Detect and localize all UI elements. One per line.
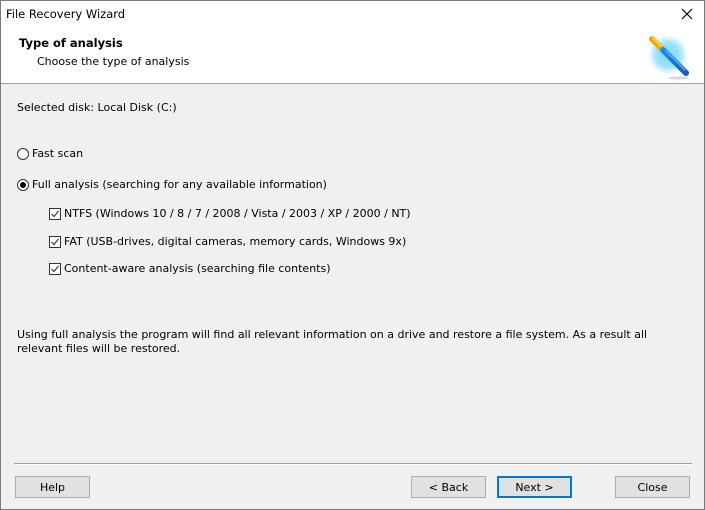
close-button[interactable]: Close (615, 476, 690, 498)
fat-label: FAT (USB-drives, digital cameras, memory… (64, 235, 407, 248)
file-recovery-wizard-window: File Recovery Wizard Type of analysis Ch… (0, 0, 705, 510)
close-window-button[interactable] (670, 1, 704, 27)
checkmark-icon (51, 238, 59, 245)
wizard-header: Type of analysis Choose the type of anal… (1, 27, 704, 84)
content-aware-label: Content-aware analysis (searching file c… (64, 262, 331, 275)
checkbox-checked[interactable] (49, 262, 61, 275)
fast-scan-label: Fast scan (32, 147, 84, 160)
checkbox-checked[interactable] (49, 207, 61, 220)
magic-wand-icon (648, 35, 689, 80)
full-analysis-label: Full analysis (searching for any availab… (32, 178, 327, 191)
next-button[interactable]: Next > (497, 476, 572, 498)
selected-disk-label: Selected disk: Local Disk (C:) (17, 101, 177, 114)
checkbox-checked[interactable] (49, 235, 61, 248)
radio-button-selected[interactable] (17, 178, 29, 191)
fat-checkbox[interactable]: FAT (USB-drives, digital cameras, memory… (49, 235, 406, 248)
back-button[interactable]: < Back (411, 476, 486, 498)
help-button[interactable]: Help (15, 476, 90, 498)
checkmark-icon (51, 210, 59, 217)
footer-separator (14, 463, 692, 465)
title-bar: File Recovery Wizard (1, 1, 704, 27)
ntfs-checkbox[interactable]: NTFS (Windows 10 / 8 / 7 / 2008 / Vista … (49, 207, 411, 220)
full-analysis-radio[interactable]: Full analysis (searching for any availab… (17, 178, 327, 191)
step-subtitle: Choose the type of analysis (37, 55, 190, 68)
window-title: File Recovery Wizard (6, 7, 126, 21)
radio-button[interactable] (17, 147, 29, 160)
fast-scan-radio[interactable]: Fast scan (17, 147, 83, 160)
step-title: Type of analysis (19, 36, 123, 50)
ntfs-label: NTFS (Windows 10 / 8 / 7 / 2008 / Vista … (64, 207, 411, 220)
close-x-icon (681, 8, 693, 20)
content-aware-checkbox[interactable]: Content-aware analysis (searching file c… (49, 262, 331, 275)
checkmark-icon (51, 265, 59, 272)
analysis-description: Using full analysis the program will fin… (17, 328, 648, 355)
